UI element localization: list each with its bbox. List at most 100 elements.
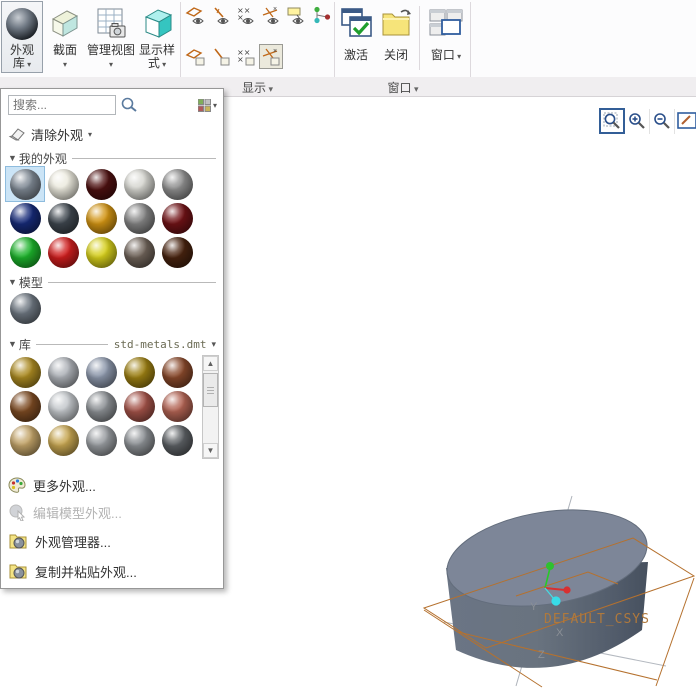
my-appearances-header[interactable]: ▼ 我的外观 bbox=[8, 151, 216, 165]
appearance-swatch-yellow[interactable] bbox=[82, 235, 120, 269]
axis-x-handle[interactable] bbox=[563, 586, 570, 593]
arrange-icons-button[interactable]: ▾ bbox=[198, 99, 217, 112]
appearance-swatch-steel-gray[interactable] bbox=[82, 389, 120, 423]
appearance-swatch-green[interactable] bbox=[6, 235, 44, 269]
collapse-triangle-icon: ▼ bbox=[8, 277, 17, 287]
appearance-sphere-icon bbox=[5, 4, 39, 44]
appearance-swatch-dark-steel[interactable] bbox=[158, 423, 196, 457]
close-label: 关闭 bbox=[384, 46, 408, 63]
appearance-swatch-slate-texture[interactable] bbox=[44, 201, 82, 235]
sphere-dark-red bbox=[162, 203, 193, 234]
csys-name-label[interactable]: DEFAULT_CSYS bbox=[544, 612, 650, 627]
plane-tag-toggle[interactable] bbox=[184, 44, 208, 69]
appearance-swatch-red[interactable] bbox=[44, 235, 82, 269]
more-appearances-menu-item[interactable]: 更多外观... bbox=[8, 473, 216, 497]
appearance-swatch-marble[interactable] bbox=[120, 235, 158, 269]
header-rule bbox=[48, 282, 216, 283]
axis-z-handle[interactable] bbox=[551, 596, 560, 605]
search-icon[interactable] bbox=[120, 96, 138, 114]
manage-views-label: 管理视图▾ bbox=[87, 44, 135, 70]
close-window-button[interactable]: 关闭 bbox=[377, 2, 415, 72]
csys-display-toggle[interactable]: × bbox=[259, 3, 283, 28]
appearance-swatch-bright-silver[interactable] bbox=[44, 389, 82, 423]
appearance-swatch-pale-gold[interactable] bbox=[6, 423, 44, 457]
scroll-up-button[interactable]: ▲ bbox=[203, 356, 218, 371]
activate-icon bbox=[338, 2, 374, 46]
section-wedge-icon bbox=[47, 4, 83, 44]
collapse-triangle-icon: ▼ bbox=[8, 153, 17, 163]
appearance-swatch-brass[interactable] bbox=[6, 355, 44, 389]
more-appearances-label: 更多外观... bbox=[33, 476, 96, 495]
windows-button[interactable]: 窗口 bbox=[424, 2, 468, 72]
appearance-swatch-bronze[interactable] bbox=[6, 389, 44, 423]
sections-button[interactable]: 截面▾ bbox=[46, 1, 84, 73]
edit-appearance-icon bbox=[8, 503, 26, 521]
axis-display-toggle[interactable] bbox=[209, 3, 233, 28]
appearance-swatch-light-copper[interactable] bbox=[158, 389, 196, 423]
appearance-swatch-steel[interactable] bbox=[120, 423, 158, 457]
appearance-swatch-default-gray[interactable] bbox=[6, 167, 44, 201]
axis-y-handle[interactable] bbox=[546, 562, 554, 570]
palette-icon bbox=[8, 476, 26, 494]
appearance-manager-menu-item[interactable]: 外观管理器... bbox=[8, 529, 216, 553]
plane-display-toggle[interactable] bbox=[184, 3, 208, 28]
sphere-silver bbox=[48, 357, 79, 388]
point-display-icon: ×× × bbox=[235, 5, 257, 27]
appearance-swatch-mid-gray[interactable] bbox=[120, 201, 158, 235]
model-grid bbox=[6, 291, 44, 325]
appearance-swatch-matte-light-gray[interactable] bbox=[120, 167, 158, 201]
csys-tag-toggle[interactable]: × bbox=[259, 44, 283, 69]
manage-views-button[interactable]: 管理视图▾ bbox=[86, 1, 136, 73]
point-display-toggle[interactable]: ×× × bbox=[234, 3, 258, 28]
activate-button[interactable]: 激活 bbox=[338, 2, 374, 72]
appearance-swatch-gold-metal[interactable] bbox=[44, 423, 82, 457]
search-input[interactable] bbox=[8, 95, 116, 115]
appearance-swatch-white[interactable] bbox=[44, 167, 82, 201]
window-group-label[interactable]: 窗口 bbox=[336, 79, 470, 96]
library-scrollbar[interactable]: ▲ ▼ bbox=[202, 355, 219, 459]
appearance-swatch-copper-brown[interactable] bbox=[158, 355, 196, 389]
csys-display-icon: × bbox=[260, 5, 282, 27]
axis-tag-toggle[interactable] bbox=[209, 44, 233, 69]
scroll-thumb[interactable] bbox=[203, 373, 218, 407]
zoom-box-button[interactable] bbox=[599, 108, 625, 134]
library-file-label[interactable]: std-metals.dmt bbox=[114, 338, 207, 351]
sphere-dark-maroon bbox=[86, 169, 117, 200]
eraser-icon bbox=[8, 127, 26, 141]
appearance-swatch-steel-blue[interactable] bbox=[82, 355, 120, 389]
scroll-down-button[interactable]: ▼ bbox=[203, 443, 218, 458]
sphere-light-copper bbox=[162, 391, 193, 422]
appearance-swatch-dark-blue[interactable] bbox=[6, 201, 44, 235]
appearance-swatch-red-copper[interactable] bbox=[120, 389, 158, 423]
model-viewport[interactable]: Y X Z DEFAULT_CSYS bbox=[420, 480, 696, 688]
model-header[interactable]: ▼ 模型 bbox=[8, 275, 216, 289]
sphere-white bbox=[48, 169, 79, 200]
appearance-swatch-dark-maroon[interactable] bbox=[82, 167, 120, 201]
zoom-out-button[interactable] bbox=[650, 109, 675, 134]
clear-appearance-button[interactable]: 清除外观 ▾ bbox=[8, 123, 92, 145]
appearance-swatch-gray[interactable] bbox=[158, 167, 196, 201]
appearance-swatch-dark-red[interactable] bbox=[158, 201, 196, 235]
library-header[interactable]: ▼ 库 std-metals.dmt ▾ bbox=[8, 337, 216, 351]
appearance-swatch-gold[interactable] bbox=[82, 201, 120, 235]
appearance-swatch-dark-brown[interactable] bbox=[158, 235, 196, 269]
repaint-button[interactable] bbox=[675, 109, 696, 134]
appearance-swatch-nickel[interactable] bbox=[82, 423, 120, 457]
appearance-gallery-button[interactable]: 外观 库 bbox=[1, 1, 43, 73]
point-tag-toggle[interactable]: ×× × bbox=[234, 44, 258, 69]
appearance-swatch-model-gray[interactable] bbox=[6, 291, 44, 325]
sphere-marble bbox=[124, 237, 155, 268]
model-title: 模型 bbox=[19, 274, 43, 291]
sphere-bright-silver bbox=[48, 391, 79, 422]
display-style-button[interactable]: 显示样 式 bbox=[136, 1, 178, 73]
spin-center-toggle[interactable] bbox=[309, 3, 333, 28]
appearance-swatch-dark-brass[interactable] bbox=[120, 355, 158, 389]
copy-paste-appearance-menu-item[interactable]: 复制并粘贴外观... bbox=[8, 559, 216, 583]
annotation-display-toggle[interactable] bbox=[284, 3, 308, 28]
zoom-in-button[interactable] bbox=[625, 109, 650, 134]
zoom-out-icon bbox=[652, 111, 672, 131]
sphere-slate-texture bbox=[48, 203, 79, 234]
library-caret-icon[interactable]: ▾ bbox=[211, 339, 216, 350]
sphere-gold bbox=[86, 203, 117, 234]
appearance-swatch-silver[interactable] bbox=[44, 355, 82, 389]
